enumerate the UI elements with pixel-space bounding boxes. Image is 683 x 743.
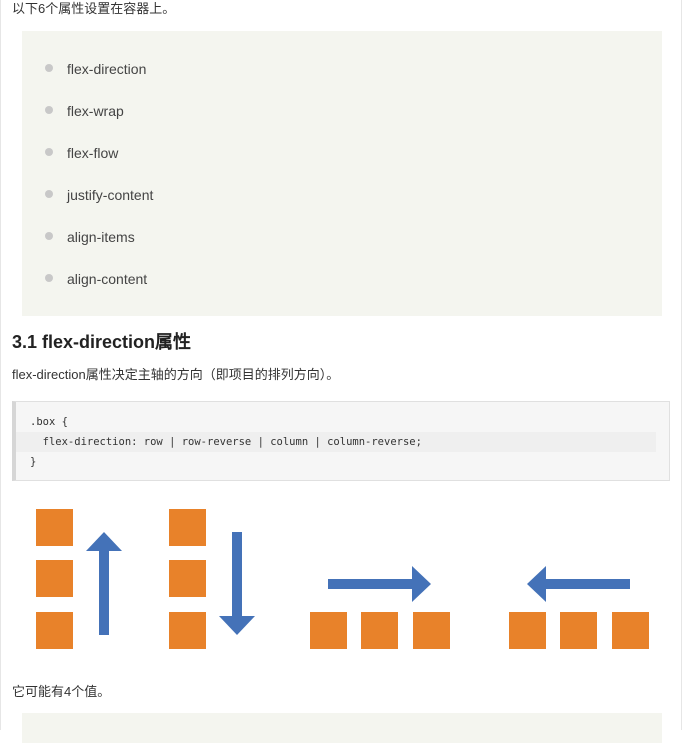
flex-item xyxy=(169,560,206,597)
list-item: align-items xyxy=(45,229,135,245)
list-item: flex-direction xyxy=(45,61,147,77)
flex-item xyxy=(612,612,649,649)
section-title: 3.1 flex-direction属性 xyxy=(12,332,192,352)
flex-item xyxy=(310,612,347,649)
flex-item xyxy=(361,612,398,649)
list-item: justify-content xyxy=(45,187,154,203)
flex-direction-diagram xyxy=(36,509,649,649)
flex-item xyxy=(169,612,206,649)
arrow-right-icon xyxy=(328,566,431,602)
flex-item xyxy=(169,509,206,546)
intro-text: 以下6个属性设置在容器上。 xyxy=(12,1,176,16)
flex-item xyxy=(36,612,73,649)
flex-item xyxy=(36,509,73,546)
list-item: flex-flow xyxy=(45,145,119,161)
list-item-label: flex-flow xyxy=(67,145,119,161)
list-item: align-content xyxy=(45,271,148,287)
diagram-column-reverse xyxy=(169,509,255,649)
diagram-row-reverse xyxy=(509,566,649,649)
bullet-icon xyxy=(45,232,53,240)
bullet-icon xyxy=(45,106,53,114)
flex-item xyxy=(36,560,73,597)
page-right-border xyxy=(681,0,682,730)
bullet-icon xyxy=(45,148,53,156)
list-item-label: justify-content xyxy=(67,187,154,203)
bullet-icon xyxy=(45,64,53,72)
diagram-column xyxy=(36,509,122,649)
bullet-icon xyxy=(45,190,53,198)
page-left-border xyxy=(0,0,1,730)
section-description: flex-direction属性决定主轴的方向（即项目的排列方向）。 xyxy=(12,367,340,382)
flex-item xyxy=(560,612,597,649)
list-item-label: align-items xyxy=(67,229,135,245)
list-item-label: align-content xyxy=(67,271,148,287)
arrow-left-icon xyxy=(527,566,630,602)
arrow-down-icon xyxy=(219,532,255,635)
flex-item xyxy=(413,612,450,649)
list-item-label: flex-wrap xyxy=(67,103,124,119)
next-list-box xyxy=(22,713,662,743)
closing-text: 它可能有4个值。 xyxy=(12,684,111,699)
flex-item xyxy=(509,612,546,649)
code-line: .box { xyxy=(30,416,68,428)
arrow-up-icon xyxy=(86,532,122,635)
list-item-label: flex-direction xyxy=(67,61,147,77)
property-list-box: flex-direction flex-wrap flex-flow justi… xyxy=(22,31,662,316)
code-line: } xyxy=(30,456,37,468)
list-item: flex-wrap xyxy=(45,103,124,119)
diagram-row xyxy=(310,566,450,649)
code-block: .box { flex-direction: row | row-reverse… xyxy=(12,401,670,481)
bullet-icon xyxy=(45,274,53,282)
code-line: flex-direction: row | row-reverse | colu… xyxy=(16,432,656,452)
